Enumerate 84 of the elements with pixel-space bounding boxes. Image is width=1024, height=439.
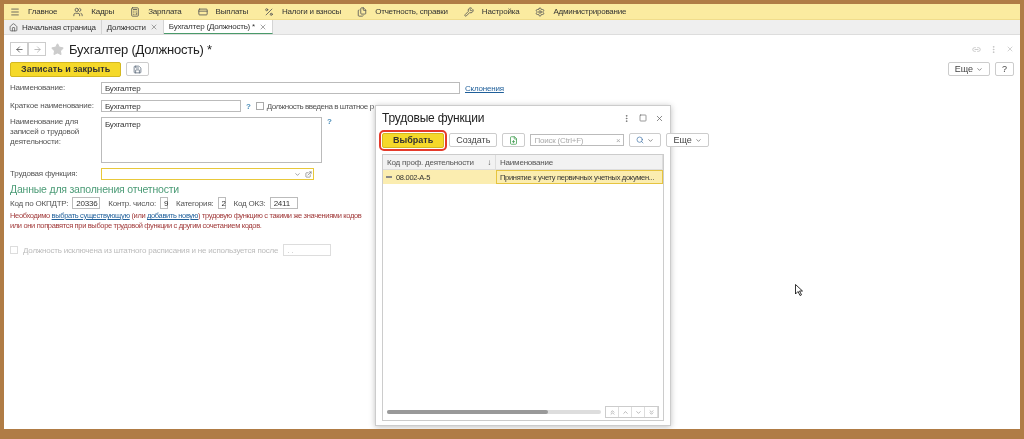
search-icon bbox=[636, 136, 645, 144]
help-hint[interactable]: ? bbox=[327, 117, 332, 126]
checkbox-label: Должность исключена из штатного расписания и не используется после bbox=[23, 245, 279, 255]
home-icon bbox=[9, 22, 18, 32]
documents-icon bbox=[357, 6, 368, 17]
close-icon[interactable] bbox=[259, 22, 268, 31]
field-label: Код по ОКПДТР: bbox=[10, 198, 69, 208]
more-button[interactable]: Еще bbox=[947, 62, 990, 76]
field-label: Категория: bbox=[175, 198, 214, 208]
field-label: Наименование для записей о трудовой деятельности: bbox=[10, 117, 81, 147]
more-icon[interactable] bbox=[622, 113, 631, 123]
input-field[interactable]: 2411 bbox=[269, 197, 298, 209]
field-label: Код ОКЗ: bbox=[233, 198, 266, 208]
select-button[interactable]: Выбрать bbox=[382, 132, 445, 148]
field-label: Краткое наименование: bbox=[10, 101, 95, 111]
menu-item[interactable]: Отчетность, справки bbox=[357, 6, 448, 17]
card-icon bbox=[197, 6, 208, 17]
tab[interactable]: Начальная страница bbox=[4, 20, 102, 34]
checkbox-label: Должность введена в штатное р bbox=[266, 101, 374, 111]
column-header[interactable]: Код проф. деятельности ↓ bbox=[383, 155, 496, 169]
caret-icon bbox=[976, 65, 983, 73]
menu-item[interactable]: Настройка bbox=[463, 6, 520, 17]
dialog-title: Трудовые функции bbox=[382, 111, 485, 125]
caret-icon bbox=[694, 136, 702, 144]
field-label: Трудовая функция: bbox=[10, 169, 79, 179]
scrollbar[interactable] bbox=[387, 410, 601, 414]
help-button[interactable]: ? bbox=[995, 62, 1014, 76]
copy-button[interactable] bbox=[502, 133, 526, 147]
open-icon[interactable] bbox=[305, 170, 312, 178]
input-field[interactable]: 20336 bbox=[72, 197, 101, 209]
column-header[interactable]: Наименование bbox=[496, 155, 663, 169]
calculator-icon bbox=[130, 6, 141, 17]
dash-icon bbox=[386, 176, 392, 178]
tab[interactable]: Бухгалтер (Должность) * bbox=[163, 20, 274, 34]
floppy-icon bbox=[133, 64, 143, 74]
declensions-link[interactable]: Склонения bbox=[465, 83, 504, 93]
double-up-icon bbox=[608, 408, 616, 416]
menu-item[interactable]: Налоги и взносы bbox=[263, 6, 342, 17]
save-button[interactable] bbox=[126, 62, 150, 76]
select-field[interactable] bbox=[101, 168, 314, 180]
more-button[interactable]: Еще bbox=[666, 133, 709, 147]
maximize-icon[interactable] bbox=[639, 114, 647, 122]
search-button[interactable] bbox=[629, 133, 662, 147]
tab[interactable]: Должности bbox=[101, 20, 164, 34]
star-icon[interactable] bbox=[51, 42, 64, 56]
arrow-left-icon bbox=[14, 44, 24, 54]
people-icon bbox=[73, 6, 84, 17]
more-icon[interactable] bbox=[989, 44, 998, 54]
checkbox[interactable] bbox=[255, 102, 264, 110]
caret-icon bbox=[647, 136, 655, 144]
gear-icon bbox=[535, 6, 546, 17]
file-plus-icon bbox=[509, 135, 519, 145]
menu-item[interactable]: Администрирование bbox=[535, 6, 627, 17]
close-icon[interactable] bbox=[1006, 45, 1014, 53]
double-down-icon bbox=[647, 408, 655, 416]
close-icon[interactable] bbox=[149, 23, 158, 31]
back-button[interactable] bbox=[10, 42, 28, 56]
wrench-icon bbox=[463, 6, 474, 17]
close-icon[interactable] bbox=[655, 113, 664, 123]
up-icon bbox=[621, 408, 629, 416]
input-field[interactable]: 2 bbox=[217, 197, 226, 209]
forward-button[interactable] bbox=[28, 42, 46, 56]
arrow-right-icon bbox=[32, 44, 42, 54]
form-title: Бухгалтер (Должность) * bbox=[69, 41, 212, 57]
link-icon[interactable] bbox=[972, 44, 981, 54]
create-button[interactable]: Создать bbox=[449, 133, 498, 147]
menu-item[interactable]: Зарплата bbox=[130, 6, 182, 17]
caret-icon[interactable] bbox=[294, 170, 301, 178]
down-icon bbox=[634, 408, 642, 416]
input-field[interactable]: Бухгалтер bbox=[101, 100, 241, 112]
percent-icon bbox=[263, 6, 274, 17]
field-label: Контр. число: bbox=[108, 198, 156, 208]
menu-item[interactable]: Главное bbox=[10, 6, 58, 17]
menu-item[interactable]: Выплаты bbox=[197, 6, 248, 17]
text-area[interactable]: Бухгалтер bbox=[101, 117, 322, 163]
input-field[interactable]: Бухгалтер bbox=[101, 82, 460, 94]
cursor-icon bbox=[795, 284, 803, 296]
input-field[interactable]: 9 bbox=[159, 197, 168, 209]
save-close-button[interactable]: Записать и закрыть bbox=[10, 61, 122, 77]
menu-item[interactable]: Кадры bbox=[73, 6, 115, 17]
field-label: Наименование: bbox=[10, 83, 67, 93]
help-hint[interactable]: ? bbox=[246, 101, 251, 111]
menu-icon bbox=[10, 6, 20, 17]
section-header: Данные для заполнения отчетности bbox=[10, 183, 181, 195]
